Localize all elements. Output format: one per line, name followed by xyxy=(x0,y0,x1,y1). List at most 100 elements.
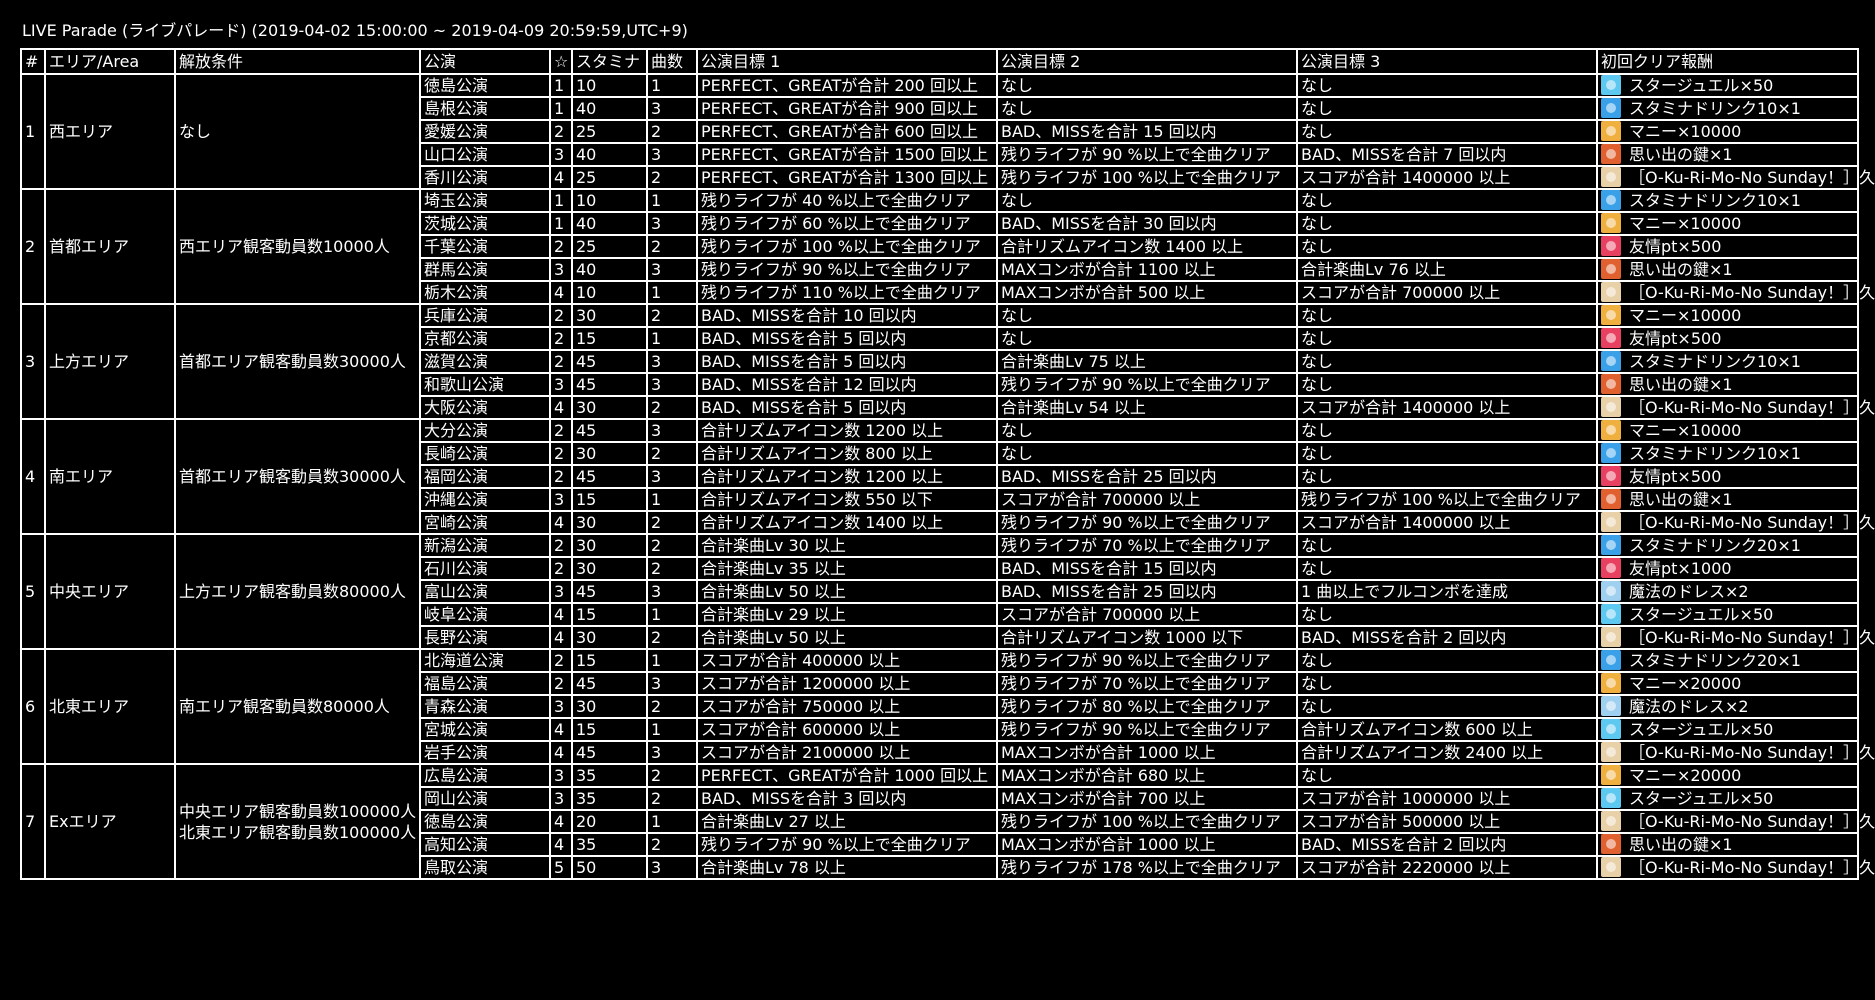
reward-label: 友情pt×500 xyxy=(1629,237,1722,256)
live-goal-2: なし xyxy=(996,303,1298,328)
live-goal-1: BAD、MISSを合計 10 回以内 xyxy=(696,303,998,328)
col-header-area: エリア/Area xyxy=(44,48,176,75)
live-star: 1 xyxy=(549,96,573,121)
reward-label: スタミナドリンク10×1 xyxy=(1629,352,1801,371)
live-songs: 2 xyxy=(646,395,698,420)
area-number: 3 xyxy=(20,303,46,420)
live-goal-1: 合計リズムアイコン数 1200 以上 xyxy=(696,418,998,443)
area-name: 北東エリア xyxy=(44,648,176,765)
live-stamina: 40 xyxy=(571,211,648,236)
live-goal-3: なし xyxy=(1296,441,1598,466)
live-stamina: 40 xyxy=(571,96,648,121)
live-goal-1: BAD、MISSを合計 3 回以内 xyxy=(696,786,998,811)
live-goal-2: なし xyxy=(996,418,1298,443)
live-goal-3: なし xyxy=(1296,349,1598,374)
live-star: 2 xyxy=(549,533,573,558)
live-goal-2: 残りライフが 90 %以上で全曲クリア xyxy=(996,142,1298,167)
live-goal-3: なし xyxy=(1296,326,1598,351)
live-songs: 1 xyxy=(646,188,698,213)
live-goal-2: 合計楽曲Lv 54 以上 xyxy=(996,395,1298,420)
money-icon xyxy=(1601,121,1621,141)
live-songs: 3 xyxy=(646,464,698,489)
live-goal-2: スコアが合計 700000 以上 xyxy=(996,487,1298,512)
live-stamina: 10 xyxy=(571,73,648,98)
area-number: 7 xyxy=(20,763,46,880)
live-goal-1: 合計リズムアイコン数 800 以上 xyxy=(696,441,998,466)
live-goal-3: なし xyxy=(1296,556,1598,581)
live-stamina: 25 xyxy=(571,234,648,259)
live-star: 5 xyxy=(549,855,573,880)
live-goal-3: なし xyxy=(1296,602,1598,627)
live-goal-3: なし xyxy=(1296,303,1598,328)
first-clear-reward: ［O-Ku-Ri-Mo-No Sunday！］久 xyxy=(1596,280,1875,305)
reward-label: マニー×10000 xyxy=(1629,421,1742,440)
live-stamina: 30 xyxy=(571,694,648,719)
live-goal-2: 残りライフが 100 %以上で全曲クリア xyxy=(996,165,1298,190)
live-goal-1: 合計楽曲Lv 29 以上 xyxy=(696,602,998,627)
table-row: 4 南エリア 首都エリア観客動員数30000人 大分公演 2 45 3 合計リズムアイコン数 … xyxy=(20,418,1859,535)
live-goal-3: なし xyxy=(1296,763,1598,788)
live-name: 岐阜公演 xyxy=(419,602,551,627)
first-clear-reward: 魔法のドレス×2 xyxy=(1596,579,1859,604)
area-number: 6 xyxy=(20,648,46,765)
unlock-condition-line: 中央エリア観客動員数100000人 xyxy=(179,801,417,821)
first-clear-reward: 友情pt×500 xyxy=(1596,326,1859,351)
live-goal-2: 合計リズムアイコン数 1000 以下 xyxy=(996,625,1298,650)
live-songs: 2 xyxy=(646,441,698,466)
live-stamina: 15 xyxy=(571,487,648,512)
reward-label: スタミナドリンク20×1 xyxy=(1629,651,1801,670)
live-songs: 2 xyxy=(646,510,698,535)
live-goal-2: MAXコンボが合計 1000 以上 xyxy=(996,832,1298,857)
live-stamina: 45 xyxy=(571,349,648,374)
live-songs: 2 xyxy=(646,303,698,328)
live-name: 埼玉公演 xyxy=(419,188,551,213)
friend-pt-icon xyxy=(1601,328,1621,348)
live-name: 長野公演 xyxy=(419,625,551,650)
area-number: 5 xyxy=(20,533,46,650)
live-name: 茨城公演 xyxy=(419,211,551,236)
header-row: # エリア/Area 解放条件 公演 ☆ スタミナ 曲数 公演目標 1 公演目標… xyxy=(20,48,1859,75)
unlock-condition: 南エリア観客動員数80000人 xyxy=(174,648,421,765)
table-row: 5 中央エリア 上方エリア観客動員数80000人 新潟公演 2 30 2 合計楽曲Lv 30 … xyxy=(20,533,1859,650)
reward-label: スタージュエル×50 xyxy=(1629,605,1774,624)
live-goal-1: 残りライフが 40 %以上で全曲クリア xyxy=(696,188,998,213)
live-goal-3: スコアが合計 1400000 以上 xyxy=(1296,165,1598,190)
stamina-drink-icon xyxy=(1601,443,1621,463)
live-goal-3: 合計リズムアイコン数 2400 以上 xyxy=(1296,740,1598,765)
first-clear-reward: スタミナドリンク10×1 xyxy=(1596,188,1859,213)
first-clear-reward: マニー×10000 xyxy=(1596,119,1859,144)
live-stamina: 45 xyxy=(571,740,648,765)
live-goal-3: 合計リズムアイコン数 600 以上 xyxy=(1296,717,1598,742)
card-icon xyxy=(1601,512,1621,532)
live-name: 沖縄公演 xyxy=(419,487,551,512)
live-goal-1: BAD、MISSを合計 5 回以内 xyxy=(696,326,998,351)
live-goal-1: 合計リズムアイコン数 1400 以上 xyxy=(696,510,998,535)
live-goal-1: 合計楽曲Lv 30 以上 xyxy=(696,533,998,558)
live-songs: 2 xyxy=(646,165,698,190)
first-clear-reward: スタミナドリンク20×1 xyxy=(1596,648,1859,673)
live-goal-1: 残りライフが 110 %以上で全曲クリア xyxy=(696,280,998,305)
live-goal-2: BAD、MISSを合計 15 回以内 xyxy=(996,556,1298,581)
unlock-condition: 西エリア観客動員数10000人 xyxy=(174,188,421,305)
live-stamina: 50 xyxy=(571,855,648,880)
reward-label: マニー×20000 xyxy=(1629,766,1742,785)
table-row: 1 西エリア なし 徳島公演 1 10 1 PERFECT、GREATが合計 200 回以上な… xyxy=(20,73,1859,190)
reward-label: 思い出の鍵×1 xyxy=(1629,260,1733,279)
live-name: 宮城公演 xyxy=(419,717,551,742)
live-stamina: 35 xyxy=(571,786,648,811)
area-name: 南エリア xyxy=(44,418,176,535)
live-star: 3 xyxy=(549,142,573,167)
live-star: 4 xyxy=(549,832,573,857)
live-goal-2: MAXコンボが合計 680 以上 xyxy=(996,763,1298,788)
live-goal-2: BAD、MISSを合計 25 回以内 xyxy=(996,579,1298,604)
live-stamina: 30 xyxy=(571,441,648,466)
live-songs: 1 xyxy=(646,326,698,351)
live-parade-table: # エリア/Area 解放条件 公演 ☆ スタミナ 曲数 公演目標 1 公演目標… xyxy=(20,48,1875,880)
live-name: 兵庫公演 xyxy=(419,303,551,328)
live-name: 滋賀公演 xyxy=(419,349,551,374)
live-songs: 2 xyxy=(646,694,698,719)
live-stamina: 15 xyxy=(571,326,648,351)
col-header-goal-3: 公演目標 3 xyxy=(1296,48,1598,75)
live-star: 2 xyxy=(549,464,573,489)
live-songs: 1 xyxy=(646,280,698,305)
